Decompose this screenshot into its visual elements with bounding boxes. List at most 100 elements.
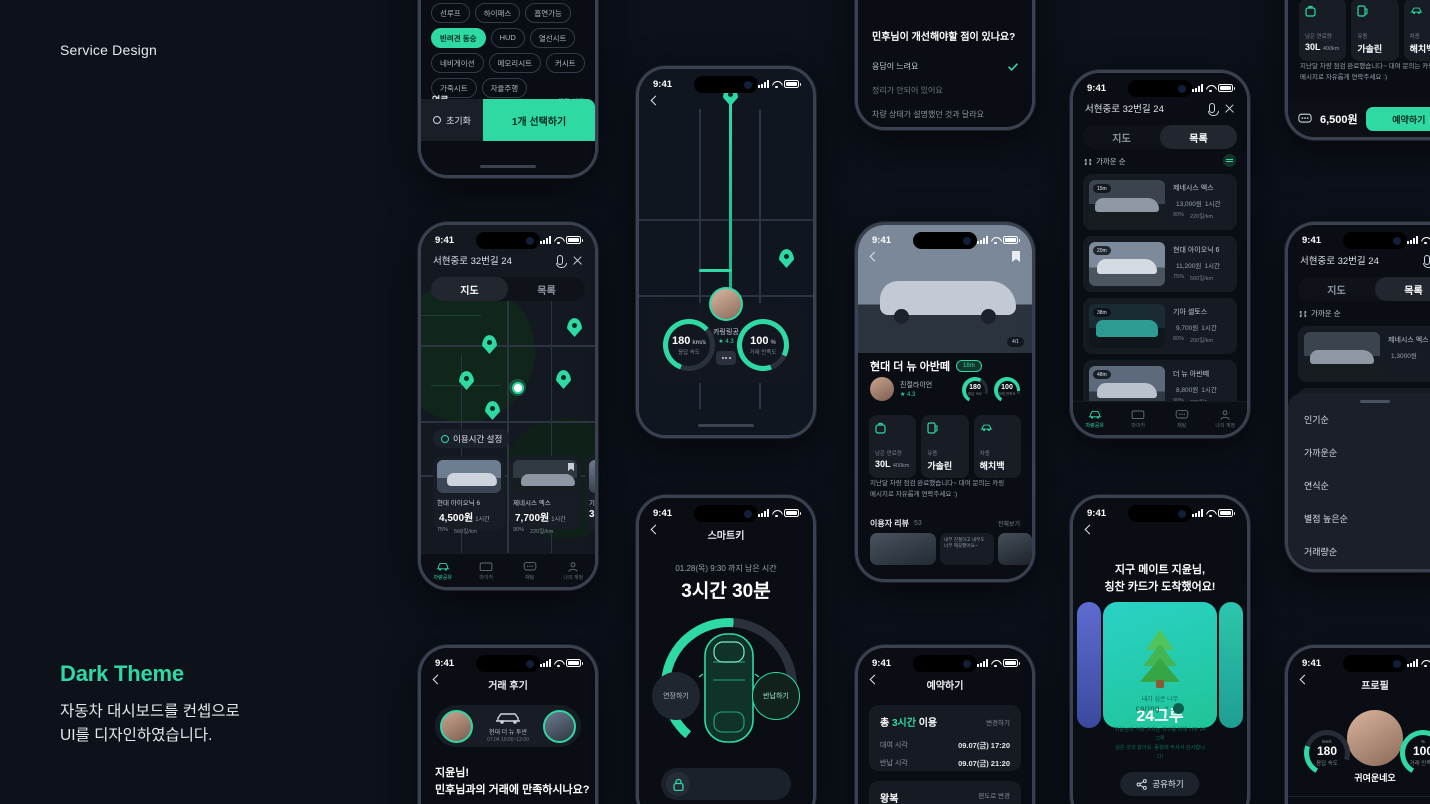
trip-change-button[interactable]: 편도로 변경 xyxy=(978,790,1010,804)
spec-fuel-type: 유종 가솔린 xyxy=(921,415,969,478)
mic-icon[interactable] xyxy=(1207,103,1219,116)
phone-tree-screen: 9:41 지구 메이트 지윤님, 칭찬 카드가 도착했어요! 내가 심은 나무 … xyxy=(1070,495,1250,804)
chip-memory-seat[interactable]: 메모리시트 xyxy=(488,53,541,73)
car-card[interactable]: 현대 아이오닉 6 4,500원 1시간 75% 560킬/km xyxy=(433,456,505,535)
list-item[interactable]: 제네시스 엑스 1,3000원 xyxy=(1298,326,1430,382)
share-button[interactable]: 공유하기 xyxy=(1120,772,1200,796)
tab-car-share[interactable]: 차량공유 xyxy=(1073,402,1117,435)
filter-icon[interactable] xyxy=(1223,154,1236,167)
tab-label: 마이카 xyxy=(479,574,494,581)
chat-icon xyxy=(1175,409,1189,418)
bookmark-icon[interactable] xyxy=(568,463,574,471)
list-item[interactable]: 38m 기아 셀토스 9,700원 1시간 80% 200킬/km xyxy=(1083,298,1237,354)
change-time-button[interactable]: 변경하기 xyxy=(986,717,1010,727)
car-card[interactable]: 제네시스 엑스 7,700원 1시간 90% 220킬/km xyxy=(509,456,581,535)
sort-option-price-low[interactable]: 낮은 가격순 xyxy=(1288,568,1430,569)
check-icon xyxy=(1008,62,1018,71)
tab-account[interactable]: 나의 계정 xyxy=(1204,402,1248,435)
status-time: 9:41 xyxy=(1087,82,1107,94)
back-button[interactable] xyxy=(869,252,879,262)
achievement-card[interactable]: 내가 심은 나무 24그루 지윤님의 거래 가치는 지구를 위해 나무 24그루… xyxy=(1103,602,1217,760)
spec-fuel-type: 유종 가솔린 xyxy=(1351,0,1399,61)
chip-car-seat[interactable]: 커시트 xyxy=(546,53,585,73)
sort-button[interactable]: 가까운 순 xyxy=(1299,308,1341,319)
search-input[interactable]: 서현중로 32번길 24 xyxy=(433,253,512,267)
list-search-bar[interactable]: 서현중로 32번길 24 xyxy=(1073,97,1247,119)
sort-option-volume[interactable]: 거래량순 xyxy=(1288,535,1430,568)
tab-map[interactable]: 지도 xyxy=(431,277,508,301)
chat-button[interactable] xyxy=(716,351,736,365)
chip-smoking[interactable]: 흡연가능 xyxy=(525,3,571,23)
search-input[interactable]: 서현중로 32번길 24 xyxy=(1085,101,1164,115)
card-next-peek[interactable] xyxy=(1219,602,1243,728)
map-search-bar[interactable]: 서현중로 32번길 24 xyxy=(421,249,595,271)
avatar[interactable] xyxy=(1347,710,1403,766)
review-view-all[interactable]: 전체보기 xyxy=(998,519,1020,528)
tab-chat[interactable]: 채팅 xyxy=(1160,402,1204,435)
review-thumb[interactable] xyxy=(870,533,936,565)
chip-heated-seat[interactable]: 열선시트 xyxy=(529,28,576,48)
survey-option[interactable]: 차량 상태가 설명했던 것과 달라요 xyxy=(872,109,1018,120)
reset-button[interactable]: 초기화 xyxy=(421,99,483,141)
reserve-button[interactable]: 예약하기 xyxy=(1365,107,1430,131)
tab-list[interactable]: 목록 xyxy=(1160,125,1237,149)
tab-car-share[interactable]: 차량공유 xyxy=(421,554,465,587)
nav-bar: 거래 후기 xyxy=(421,673,595,695)
close-icon[interactable] xyxy=(1224,103,1235,114)
back-button[interactable] xyxy=(650,96,660,106)
survey-option[interactable]: 정리가 안되어 있어요 xyxy=(872,85,1018,96)
car-price: 7,700원 xyxy=(515,513,550,524)
chip-sunroof[interactable]: 선루프 xyxy=(431,3,470,23)
tab-chat[interactable]: 채팅 xyxy=(508,554,552,587)
sort-button[interactable]: 가까운 순 xyxy=(1084,156,1126,167)
spec-title: 차종 xyxy=(1409,34,1420,40)
list-item[interactable]: 15m 제네시스 엑스 13,000원 1시간 90% 220킬/km xyxy=(1083,174,1237,230)
mic-icon[interactable] xyxy=(555,255,567,268)
tab-my-car[interactable]: 마이카 xyxy=(465,554,509,587)
back-button[interactable] xyxy=(1299,675,1309,685)
review-thumb[interactable] xyxy=(998,533,1032,565)
car-card[interactable]: 기아 3 xyxy=(585,456,595,530)
mic-icon[interactable] xyxy=(1422,255,1430,268)
wifi-icon xyxy=(1421,660,1430,667)
tab-label: 나의 계정 xyxy=(563,574,584,581)
gauge-label: 거래 만족도 xyxy=(1409,761,1430,767)
apply-filter-button[interactable]: 1개 선택하기 xyxy=(483,99,595,141)
back-button[interactable] xyxy=(432,675,442,685)
back-button[interactable] xyxy=(1084,525,1094,535)
tab-map[interactable]: 지도 xyxy=(1083,125,1160,149)
time-setting-chip[interactable]: 이용시간 설정 xyxy=(433,429,511,448)
chip-hipass[interactable]: 하이패스 xyxy=(474,3,521,23)
return-button[interactable]: 반납하기 xyxy=(752,672,800,720)
back-button[interactable] xyxy=(869,675,879,685)
back-button[interactable] xyxy=(650,525,660,535)
tab-map[interactable]: 지도 xyxy=(1298,277,1375,301)
chip-navigation[interactable]: 네비게이션 xyxy=(431,53,484,73)
unlock-slider[interactable] xyxy=(661,768,791,800)
list-item[interactable]: 20m 현대 아이오닉 6 11,200원 1시간 75% 560킬/km xyxy=(1083,236,1237,292)
search-input[interactable]: 서현중로 32번길 24 xyxy=(1300,253,1379,267)
sort-option-rating[interactable]: 별점 높은순 xyxy=(1288,502,1430,535)
tab-label: 채팅 xyxy=(1177,422,1187,429)
extend-button[interactable]: 연장하기 xyxy=(652,672,700,720)
tree-icon xyxy=(1140,629,1180,688)
close-icon[interactable] xyxy=(572,255,583,266)
list-search-bar[interactable]: 서현중로 32번길 24 xyxy=(1288,249,1430,271)
trip-type-card[interactable]: 왕복 편도로 변경 xyxy=(869,781,1021,804)
review-text-card[interactable]: 내부 친절하고 내부도 너무 깨끗했어요~ xyxy=(940,533,994,565)
owner-row[interactable]: 진절라이언 ★ 4.3 xyxy=(870,377,932,401)
chip-pet-allowed[interactable]: 반려견 동승 xyxy=(431,28,486,48)
sort-option-popular[interactable]: 인기순 xyxy=(1288,403,1430,436)
avatar[interactable] xyxy=(709,287,743,321)
chat-icon[interactable] xyxy=(1298,113,1312,125)
card-prev-peek[interactable] xyxy=(1077,602,1101,728)
chip-hud[interactable]: HUD xyxy=(490,28,525,48)
survey-option[interactable]: 응답이 느려요 xyxy=(872,61,1018,72)
tab-my-car[interactable]: 마이카 xyxy=(1117,402,1161,435)
tab-list[interactable]: 목록 xyxy=(508,277,585,301)
sort-option-nearest[interactable]: 가까운순 xyxy=(1288,436,1430,469)
chip-autonomous[interactable]: 자율주행 xyxy=(481,78,528,98)
tab-list[interactable]: 목록 xyxy=(1375,277,1430,301)
tab-account[interactable]: 나의 계정 xyxy=(552,554,596,587)
sort-option-year[interactable]: 연식순 xyxy=(1288,469,1430,502)
